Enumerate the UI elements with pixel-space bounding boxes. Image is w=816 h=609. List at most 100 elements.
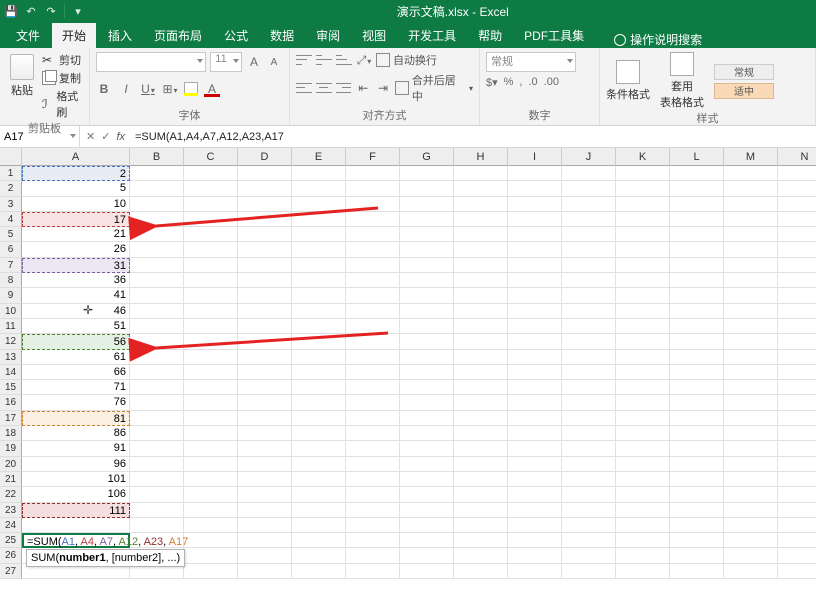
cell-D9[interactable] [238, 288, 292, 303]
cell-F26[interactable] [346, 548, 400, 563]
cell-N20[interactable] [778, 457, 816, 472]
name-box[interactable]: A17 [0, 126, 80, 147]
row-header-1[interactable]: 1 [0, 166, 22, 181]
cell-M24[interactable] [724, 518, 778, 533]
cell-J7[interactable] [562, 258, 616, 273]
border-button[interactable]: ⊞ [162, 82, 178, 96]
cell-M26[interactable] [724, 548, 778, 563]
cell-G17[interactable] [400, 411, 454, 426]
cell-E17[interactable] [292, 411, 346, 426]
cell-G13[interactable] [400, 350, 454, 365]
cell-L18[interactable] [670, 426, 724, 441]
conditional-format-button[interactable]: 条件格式 [606, 60, 650, 102]
cell-H5[interactable] [454, 227, 508, 242]
cut-button[interactable]: 剪切 [42, 52, 83, 68]
tab-formulas[interactable]: 公式 [214, 23, 258, 48]
row-header-19[interactable]: 19 [0, 441, 22, 456]
cell-M27[interactable] [724, 564, 778, 579]
cell-H21[interactable] [454, 472, 508, 487]
cell-F6[interactable] [346, 242, 400, 257]
row-header-4[interactable]: 4 [0, 212, 22, 227]
cell-F21[interactable] [346, 472, 400, 487]
cell-L22[interactable] [670, 487, 724, 502]
format-as-table-button[interactable]: 套用 表格格式 [660, 52, 704, 110]
cell-L17[interactable] [670, 411, 724, 426]
tab-help[interactable]: 帮助 [468, 23, 512, 48]
cell-H18[interactable] [454, 426, 508, 441]
cell-N18[interactable] [778, 426, 816, 441]
cell-I5[interactable] [508, 227, 562, 242]
cell-L7[interactable] [670, 258, 724, 273]
cell-C26[interactable] [184, 548, 238, 563]
cell-style-general[interactable]: 常规 [714, 64, 774, 80]
cell-E18[interactable] [292, 426, 346, 441]
cell-K10[interactable] [616, 304, 670, 319]
cell-I11[interactable] [508, 319, 562, 334]
cell-E15[interactable] [292, 380, 346, 395]
cell-G18[interactable] [400, 426, 454, 441]
cell-C1[interactable] [184, 166, 238, 181]
cell-E24[interactable] [292, 518, 346, 533]
row-header-10[interactable]: 10 [0, 304, 22, 319]
cell-G12[interactable] [400, 334, 454, 349]
cell-L23[interactable] [670, 503, 724, 518]
cell-K4[interactable] [616, 212, 670, 227]
row-header-18[interactable]: 18 [0, 426, 22, 441]
cell-N6[interactable] [778, 242, 816, 257]
cell-J14[interactable] [562, 365, 616, 380]
cell-C10[interactable] [184, 304, 238, 319]
cell-F1[interactable] [346, 166, 400, 181]
row-header-15[interactable]: 15 [0, 380, 22, 395]
cell-G25[interactable] [400, 533, 454, 548]
cell-I6[interactable] [508, 242, 562, 257]
cell-N16[interactable] [778, 395, 816, 410]
cell-D16[interactable] [238, 395, 292, 410]
cell-N19[interactable] [778, 441, 816, 456]
cell-I15[interactable] [508, 380, 562, 395]
cell-L26[interactable] [670, 548, 724, 563]
cell-I25[interactable] [508, 533, 562, 548]
cell-D2[interactable] [238, 181, 292, 196]
cell-F19[interactable] [346, 441, 400, 456]
cell-F7[interactable] [346, 258, 400, 273]
col-header-I[interactable]: I [508, 148, 562, 166]
cell-G10[interactable] [400, 304, 454, 319]
cell-C6[interactable] [184, 242, 238, 257]
cell-F20[interactable] [346, 457, 400, 472]
cell-L13[interactable] [670, 350, 724, 365]
cell-A2[interactable]: 5 [22, 181, 130, 196]
cell-F14[interactable] [346, 365, 400, 380]
cell-H25[interactable] [454, 533, 508, 548]
cell-H23[interactable] [454, 503, 508, 518]
cell-I14[interactable] [508, 365, 562, 380]
cell-M13[interactable] [724, 350, 778, 365]
cell-I9[interactable] [508, 288, 562, 303]
cell-D19[interactable] [238, 441, 292, 456]
cell-F10[interactable] [346, 304, 400, 319]
cell-G15[interactable] [400, 380, 454, 395]
cell-G5[interactable] [400, 227, 454, 242]
cell-A4[interactable]: 17 [22, 212, 130, 227]
tab-page-layout[interactable]: 页面布局 [144, 23, 212, 48]
cell-L14[interactable] [670, 365, 724, 380]
cell-K2[interactable] [616, 181, 670, 196]
cell-H16[interactable] [454, 395, 508, 410]
row-header-20[interactable]: 20 [0, 457, 22, 472]
cell-M5[interactable] [724, 227, 778, 242]
increase-decimal-button[interactable]: .0 [528, 76, 537, 89]
cell-J19[interactable] [562, 441, 616, 456]
cell-M7[interactable] [724, 258, 778, 273]
cell-J25[interactable] [562, 533, 616, 548]
cell-N8[interactable] [778, 273, 816, 288]
cell-H6[interactable] [454, 242, 508, 257]
cell-B6[interactable] [130, 242, 184, 257]
cell-I4[interactable] [508, 212, 562, 227]
cell-J15[interactable] [562, 380, 616, 395]
cell-K25[interactable] [616, 533, 670, 548]
worksheet-grid[interactable]: ABCDEFGHIJKLMN 1234567891011121314151617… [0, 148, 816, 609]
cell-C8[interactable] [184, 273, 238, 288]
cell-H1[interactable] [454, 166, 508, 181]
format-painter-button[interactable]: 格式刷 [42, 88, 83, 120]
cell-C23[interactable] [184, 503, 238, 518]
cell-E10[interactable] [292, 304, 346, 319]
